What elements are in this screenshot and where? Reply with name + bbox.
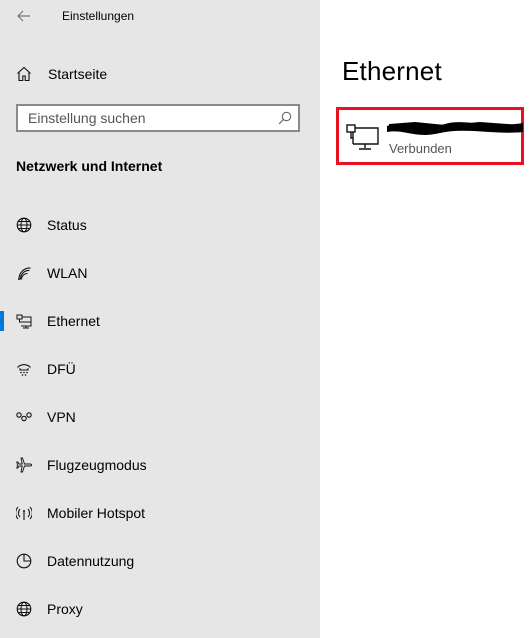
sidebar-item-home[interactable]: Startseite bbox=[0, 60, 320, 88]
ethernet-connection-card[interactable]: Verbunden bbox=[336, 107, 524, 165]
sidebar-item-ethernet[interactable]: Ethernet bbox=[0, 301, 320, 341]
page-title: Ethernet bbox=[342, 56, 442, 86]
sidebar-item-airplane[interactable]: Flugzeugmodus bbox=[0, 445, 320, 485]
sidebar-item-label: WLAN bbox=[47, 265, 88, 281]
sidebar-item-label: DFÜ bbox=[47, 361, 76, 377]
sidebar-item-label: Flugzeugmodus bbox=[47, 457, 147, 473]
sidebar-item-label: Status bbox=[47, 217, 87, 233]
sidebar-item-label: Ethernet bbox=[47, 313, 100, 329]
window-title: Einstellungen bbox=[62, 9, 135, 23]
main-content: Ethernet Verbunden bbox=[320, 0, 530, 638]
hotspot-icon bbox=[16, 505, 32, 521]
sidebar-item-dfu[interactable]: DFÜ bbox=[0, 349, 320, 389]
back-arrow-icon bbox=[17, 10, 31, 22]
sidebar-item-label: Datennutzung bbox=[47, 553, 135, 569]
ethernet-icon bbox=[16, 313, 32, 329]
search-box[interactable] bbox=[16, 104, 300, 132]
wifi-icon bbox=[16, 265, 32, 281]
airplane-icon bbox=[16, 457, 32, 473]
sidebar-item-wlan[interactable]: WLAN bbox=[0, 253, 320, 293]
sidebar: Einstellungen Startseite Netzwerk und In… bbox=[0, 0, 320, 638]
globe-icon bbox=[16, 601, 32, 617]
connection-status: Verbunden bbox=[389, 141, 452, 156]
sidebar-item-data-usage[interactable]: Datennutzung bbox=[0, 541, 320, 581]
globe-icon bbox=[16, 217, 32, 233]
ethernet-icon bbox=[344, 122, 380, 152]
sidebar-item-home-label: Startseite bbox=[48, 66, 108, 82]
sidebar-item-hotspot[interactable]: Mobiler Hotspot bbox=[0, 493, 320, 533]
search-icon[interactable] bbox=[278, 111, 292, 125]
sidebar-item-label: Mobiler Hotspot bbox=[47, 505, 146, 521]
sidebar-item-label: VPN bbox=[47, 409, 76, 425]
data-usage-icon bbox=[16, 553, 32, 569]
sidebar-item-proxy[interactable]: Proxy bbox=[0, 589, 320, 629]
sidebar-item-vpn[interactable]: VPN bbox=[0, 397, 320, 437]
search-input[interactable] bbox=[18, 106, 268, 130]
sidebar-item-status[interactable]: Status bbox=[0, 205, 320, 245]
vpn-icon bbox=[16, 409, 32, 425]
dialup-icon bbox=[16, 361, 32, 377]
home-icon bbox=[16, 66, 32, 82]
sidebar-item-label: Proxy bbox=[47, 601, 83, 617]
section-heading: Netzwerk und Internet bbox=[16, 158, 163, 174]
back-button[interactable] bbox=[12, 4, 36, 28]
selection-indicator bbox=[0, 311, 4, 331]
connection-name-redaction bbox=[385, 116, 525, 138]
